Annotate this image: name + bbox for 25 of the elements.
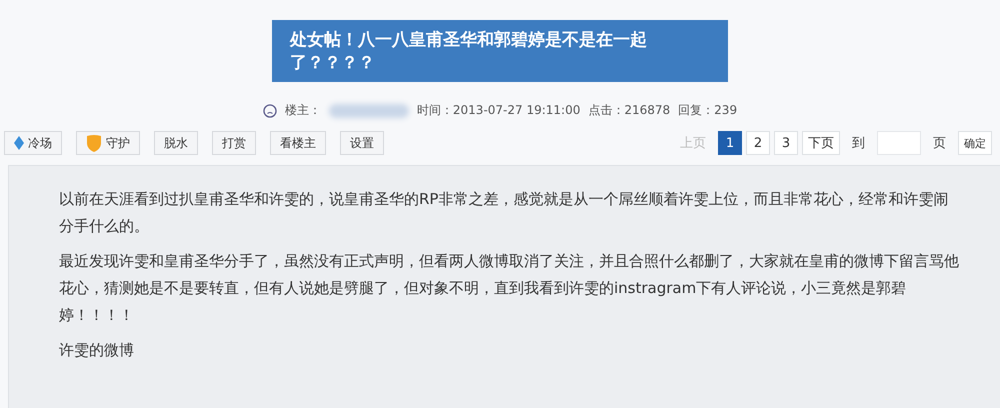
post-paragraph: 最近发现许雯和皇甫圣华分手了，虽然没有正式声明，但看两人微博取消了关注，并且合照什么都删了，大家就在皇甫的微博下留言骂他花心，猜测她是不是要转直，但有人说她是劈腿了，但对象不明，直到我看到许雯的instragram下有人评论说，小三竟然是郭碧婷！！！！ <box>59 251 960 326</box>
post-paragraph: 以前在天涯看到过扒皇甫圣华和许雯的，说皇甫圣华的RP非常之差，感觉就是从一个屌丝顺着许雯上位，而且非常花心，经常和许雯闹分手什么的。 <box>59 189 950 237</box>
shield-icon <box>86 134 102 152</box>
page-button[interactable]: 2 <box>746 131 770 155</box>
confirm-button[interactable]: 确定 <box>958 131 992 155</box>
post-time: 时间：2013-07-27 19:11:00 <box>416 102 580 119</box>
toolbar-button[interactable]: 设置 <box>340 131 384 155</box>
gem-icon <box>14 136 24 150</box>
next-page-button[interactable]: 下页 <box>802 131 840 155</box>
goto-label: 到 <box>852 135 865 152</box>
toolbar-button[interactable]: 脱水 <box>154 131 198 155</box>
reply-count: 回复：239 <box>678 102 738 119</box>
toolbar-button[interactable]: 冷场 <box>4 131 62 155</box>
author-label: 楼主： <box>284 102 321 119</box>
face-icon <box>262 104 277 118</box>
view-count: 点击：216878 <box>588 102 670 119</box>
page-unit-label: 页 <box>933 135 946 152</box>
post-title: 处女帖！八一八皇甫圣华和郭碧婷是不是在一起了？？？？ <box>272 20 728 82</box>
toolbar-button[interactable]: 看楼主 <box>270 131 326 155</box>
toolbar-button[interactable]: 守护 <box>76 131 140 155</box>
page-button[interactable]: 1 <box>718 131 742 155</box>
page-button[interactable]: 3 <box>774 131 798 155</box>
post-paragraph: 许雯的微博 <box>59 340 135 361</box>
page-number-input[interactable] <box>877 131 921 155</box>
toolbar-button[interactable]: 打赏 <box>212 131 256 155</box>
